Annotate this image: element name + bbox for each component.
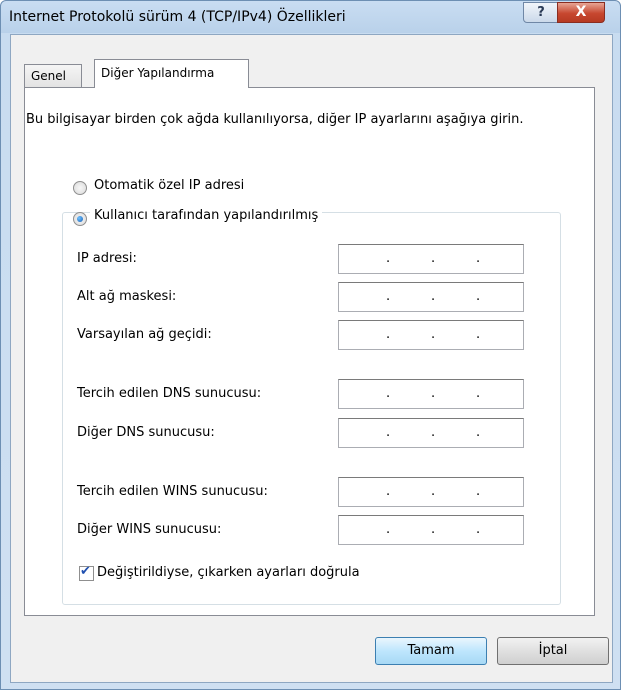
radio-automatic-label: Otomatik özel IP adresi [94,178,245,193]
description-text: Bu bilgisayar birden çok ağda kullanılıy… [26,112,524,127]
alternate-wins-input[interactable]: ... [338,515,524,545]
ip-address-label: IP adresi: [77,251,137,266]
default-gateway-label: Varsayılan ağ geçidi: [77,327,212,342]
validate-settings-label: Değiştirildiyse, çıkarken ayarları doğru… [97,565,360,580]
radio-user-configured[interactable] [73,212,87,226]
preferred-wins-label: Tercih edilen WINS sunucusu: [77,484,268,499]
cancel-button[interactable]: İptal [497,637,609,665]
radio-user-configured-label: Kullanıcı tarafından yapılandırılmış [90,208,323,223]
help-button[interactable]: ? [523,2,559,23]
preferred-dns-label: Tercih edilen DNS sunucusu: [77,386,262,401]
radio-automatic-private-ip[interactable] [73,181,87,195]
tab-alternate-configuration[interactable]: Diğer Yapılandırma [94,59,249,88]
validate-settings-checkbox[interactable] [79,564,94,581]
subnet-mask-label: Alt ağ maskesi: [77,289,177,304]
close-button[interactable]: X [557,2,605,23]
default-gateway-input[interactable]: ... [338,320,524,350]
preferred-wins-input[interactable]: ... [338,477,524,507]
alternate-dns-label: Diğer DNS sunucusu: [77,425,215,440]
subnet-mask-input[interactable]: ... [338,282,524,312]
ok-button[interactable]: Tamam [375,637,487,665]
title-bar: Internet Protokolü sürüm 4 (TCP/IPv4) Öz… [1,1,620,35]
tab-general[interactable]: Genel [24,64,82,87]
alternate-wins-label: Diğer WINS sunucusu: [77,522,222,537]
window-title: Internet Protokolü sürüm 4 (TCP/IPv4) Öz… [9,9,346,25]
ip-address-input[interactable]: ... [338,244,524,274]
preferred-dns-input[interactable]: ... [338,379,524,409]
alternate-dns-input[interactable]: ... [338,418,524,448]
